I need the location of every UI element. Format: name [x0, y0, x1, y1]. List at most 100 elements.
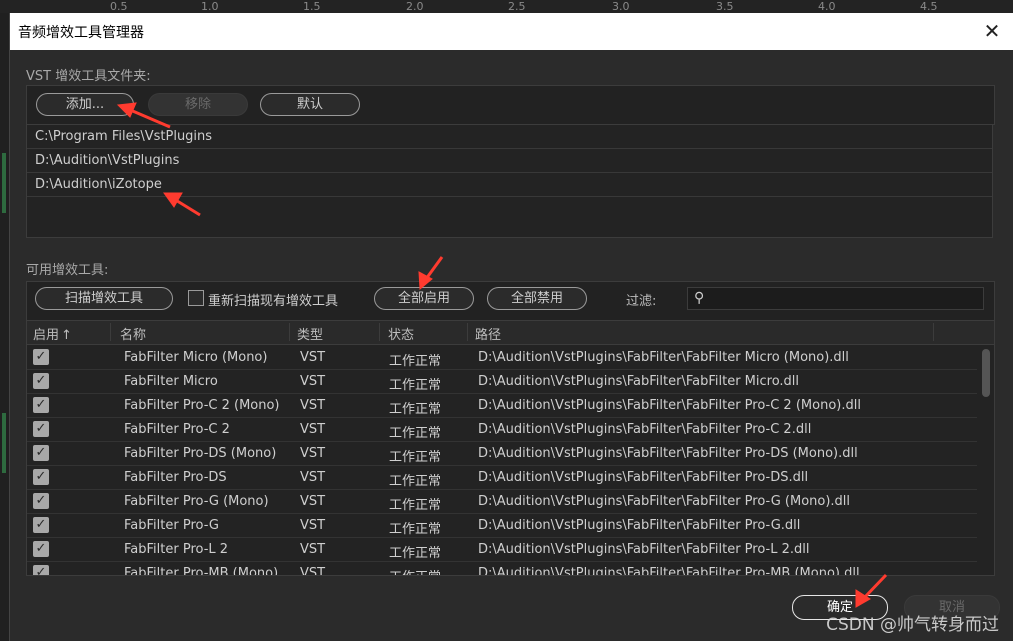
- enabled-checkbox[interactable]: ✓: [33, 349, 49, 365]
- plugin-name: FabFilter Micro: [124, 374, 218, 389]
- plugin-type: VST: [300, 518, 326, 533]
- timeline-ruler: 0.5 1.0 1.5 2.0 2.5 3.0 3.5 4.0 4.5: [0, 0, 1013, 13]
- sort-arrow-icon: ↑: [61, 328, 72, 343]
- plugin-status: 工作正常: [389, 402, 442, 417]
- table-row[interactable]: ✓ FabFilter Pro-G VST 工作正常 D:\Audition\VstPl…: [27, 514, 977, 538]
- rescan-existing-label: 重新扫描现有增效工具: [208, 294, 339, 309]
- ruler-tick: 2.0: [406, 0, 424, 13]
- plugin-name: FabFilter Pro-C 2 (Mono): [124, 398, 280, 413]
- plugin-status: 工作正常: [389, 378, 442, 393]
- available-plugins-label: 可用增效工具:: [26, 263, 109, 278]
- table-body: ✓ FabFilter Micro (Mono) VST 工作正常 D:\Auditio…: [27, 346, 977, 576]
- watermark: CSDN @帅气转身而过: [826, 615, 999, 635]
- column-type[interactable]: 类型: [297, 324, 323, 343]
- enabled-checkbox[interactable]: ✓: [33, 445, 49, 461]
- dialog-title: 音频增效工具管理器: [18, 25, 144, 41]
- scrollbar-thumb[interactable]: [982, 349, 990, 397]
- enable-all-button[interactable]: 全部启用: [374, 287, 474, 310]
- plugin-manager-dialog: 音频增效工具管理器 ✕ VST 增效工具文件夹: 添加... 移除 默认 C:\…: [9, 13, 1013, 641]
- ruler-tick: 4.0: [818, 0, 836, 13]
- enabled-checkbox[interactable]: ✓: [33, 469, 49, 485]
- background-track: [0, 13, 9, 641]
- default-folders-button[interactable]: 默认: [260, 93, 360, 116]
- title-bar: 音频增效工具管理器 ✕: [10, 13, 1013, 50]
- filter-input[interactable]: ⚲: [687, 287, 984, 310]
- plugin-status: 工作正常: [389, 450, 442, 465]
- plugin-status: 工作正常: [389, 498, 442, 513]
- ruler-tick: 1.0: [201, 0, 219, 13]
- enabled-checkbox[interactable]: ✓: [33, 493, 49, 509]
- plugin-type: VST: [300, 542, 326, 557]
- plugin-status: 工作正常: [389, 426, 442, 441]
- search-icon: ⚲: [694, 290, 705, 306]
- rescan-existing-checkbox[interactable]: [188, 290, 204, 306]
- plugin-type: VST: [300, 350, 326, 365]
- column-name[interactable]: 名称: [120, 324, 146, 343]
- plugin-path: D:\Audition\VstPlugins\FabFilter\FabFilt…: [478, 374, 800, 389]
- ruler-tick: 1.5: [303, 0, 321, 13]
- plugin-path: D:\Audition\VstPlugins\FabFilter\FabFilt…: [478, 446, 858, 461]
- table-row[interactable]: ✓ FabFilter Pro-G (Mono) VST 工作正常 D:\Auditio…: [27, 490, 977, 514]
- plugin-name: FabFilter Pro-DS (Mono): [124, 446, 277, 461]
- plugin-path: D:\Audition\VstPlugins\FabFilter\FabFilt…: [478, 422, 812, 437]
- plugin-type: VST: [300, 470, 326, 485]
- enabled-checkbox[interactable]: ✓: [33, 373, 49, 389]
- plugin-type: VST: [300, 374, 326, 389]
- folder-item[interactable]: C:\Program Files\VstPlugins: [27, 125, 992, 149]
- ruler-tick: 4.5: [920, 0, 938, 13]
- plugin-path: D:\Audition\VstPlugins\FabFilter\FabFilt…: [478, 398, 861, 413]
- plugin-path: D:\Audition\VstPlugins\FabFilter\FabFilt…: [478, 518, 801, 533]
- ruler-tick: 0.5: [110, 0, 128, 13]
- plugin-name: FabFilter Pro-C 2: [124, 422, 230, 437]
- folder-item[interactable]: D:\Audition\iZotope: [27, 173, 992, 197]
- disable-all-button[interactable]: 全部禁用: [487, 287, 587, 310]
- plugin-name: FabFilter Micro (Mono): [124, 350, 268, 365]
- plugin-name: FabFilter Pro-G: [124, 518, 219, 533]
- enabled-checkbox[interactable]: ✓: [33, 541, 49, 557]
- vst-folder-toolbar: 添加... 移除 默认: [26, 85, 995, 125]
- enabled-checkbox[interactable]: ✓: [33, 421, 49, 437]
- plugin-type: VST: [300, 566, 326, 576]
- add-folder-button[interactable]: 添加...: [36, 93, 134, 116]
- close-icon[interactable]: ✕: [980, 17, 1004, 45]
- ruler-tick: 3.0: [612, 0, 630, 13]
- plugin-status: 工作正常: [389, 474, 442, 489]
- column-path[interactable]: 路径: [475, 324, 501, 343]
- table-row[interactable]: ✓ FabFilter Pro-DS VST 工作正常 D:\Audition\VstP…: [27, 466, 977, 490]
- table-scrollbar[interactable]: [981, 347, 991, 575]
- plugin-type: VST: [300, 398, 326, 413]
- folder-item[interactable]: D:\Audition\VstPlugins: [27, 149, 992, 173]
- table-row[interactable]: ✓ FabFilter Pro-L 2 VST 工作正常 D:\Audition\Vst…: [27, 538, 977, 562]
- plugin-type: VST: [300, 446, 326, 461]
- plugin-path: D:\Audition\VstPlugins\FabFilter\FabFilt…: [478, 542, 810, 557]
- plugins-table: 启用 ↑ 名称 类型 状态 路径 ✓ FabFilter Micro (Mono) V…: [26, 320, 995, 576]
- table-row[interactable]: ✓ FabFilter Micro VST 工作正常 D:\Audition\VstPl…: [27, 370, 977, 394]
- plugin-name: FabFilter Pro-MB (Mono): [124, 566, 279, 576]
- plugin-name: FabFilter Pro-L 2: [124, 542, 229, 557]
- column-status[interactable]: 状态: [388, 324, 414, 343]
- table-row[interactable]: ✓ FabFilter Pro-MB (Mono) VST 工作正常 D:\Auditi…: [27, 562, 977, 576]
- scan-plugins-button[interactable]: 扫描增效工具: [35, 287, 173, 310]
- plugin-status: 工作正常: [389, 566, 441, 575]
- filter-label: 过滤:: [626, 294, 657, 309]
- ruler-tick: 2.5: [508, 0, 526, 13]
- table-row[interactable]: ✓ FabFilter Pro-DS (Mono) VST 工作正常 D:\Auditi…: [27, 442, 977, 466]
- plugin-status: 工作正常: [389, 354, 442, 369]
- plugin-name: FabFilter Pro-G (Mono): [124, 494, 269, 509]
- plugin-path: D:\Audition\VstPlugins\FabFilter\FabFilt…: [478, 566, 860, 576]
- vst-folders-label: VST 增效工具文件夹:: [26, 69, 151, 84]
- plugin-status: 工作正常: [389, 522, 442, 537]
- ruler-tick: 3.5: [716, 0, 734, 13]
- plugin-status: 工作正常: [389, 546, 442, 561]
- enabled-checkbox[interactable]: ✓: [33, 397, 49, 413]
- table-header: 启用 ↑ 名称 类型 状态 路径: [27, 321, 994, 345]
- column-enabled[interactable]: 启用 ↑: [33, 324, 72, 343]
- table-row[interactable]: ✓ FabFilter Micro (Mono) VST 工作正常 D:\Auditio…: [27, 346, 977, 370]
- enabled-checkbox[interactable]: ✓: [33, 517, 49, 533]
- plugin-path: D:\Audition\VstPlugins\FabFilter\FabFilt…: [478, 470, 809, 485]
- table-row[interactable]: ✓ FabFilter Pro-C 2 VST 工作正常 D:\Audition\Vst…: [27, 418, 977, 442]
- remove-folder-button[interactable]: 移除: [148, 93, 248, 116]
- table-row[interactable]: ✓ FabFilter Pro-C 2 (Mono) VST 工作正常 D:\Audit…: [27, 394, 977, 418]
- plugin-path: D:\Audition\VstPlugins\FabFilter\FabFilt…: [478, 494, 851, 509]
- enabled-checkbox[interactable]: ✓: [33, 565, 49, 575]
